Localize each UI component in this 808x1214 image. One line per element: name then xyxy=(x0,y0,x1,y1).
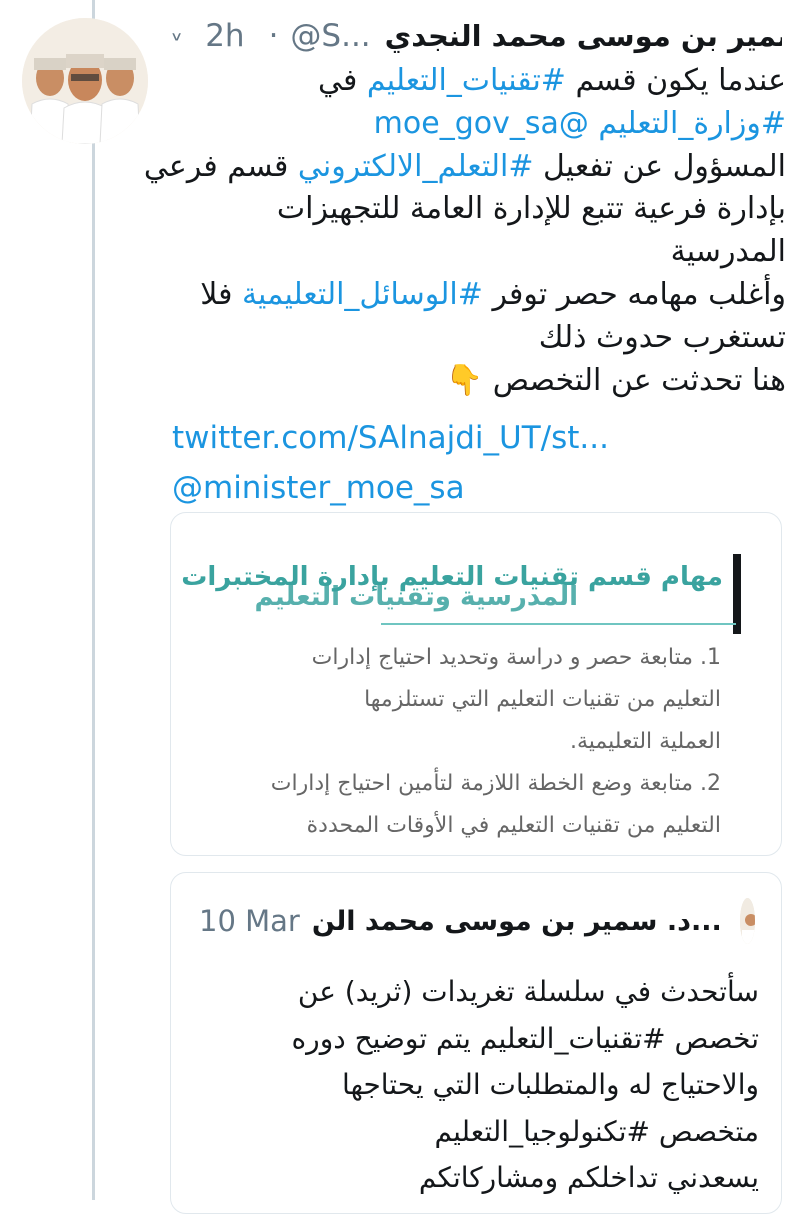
tweet-text-line: هنا تحدثت عن التخصص 👇 xyxy=(166,360,786,403)
card-body-line: 2. متابعة وضع الخطة اللازمة لتأمين احتيا… xyxy=(270,771,721,796)
tweet-text-line: تستغرب حدوث ذلك xyxy=(166,317,786,360)
tweet-text-line: وأغلب مهامه حصر توفر #الوسائل_التعليمية … xyxy=(166,274,786,317)
tweet-time[interactable]: 2h xyxy=(205,18,244,54)
card-body-line: التعليم من تقنيات التعليم التي تستلزمها xyxy=(364,687,721,712)
text-segment: عندما يكون قسم xyxy=(565,63,786,98)
text-segment: وأغلب مهامه حصر توفر xyxy=(482,276,786,312)
tweet-text-line: عندما يكون قسم #تقنيات_التعليم في xyxy=(166,60,786,103)
thread-connector-line xyxy=(92,0,95,1200)
chevron-down-icon[interactable]: ∨ xyxy=(170,29,183,44)
card-body-line: وتسديد ما قد يحصل من عجز والبحث عن xyxy=(201,847,721,855)
quoted-tweet-line: متخصص #تكنولوجيا_التعليم xyxy=(434,1114,759,1148)
avatar[interactable] xyxy=(22,18,148,144)
text-segment: قسم فرعي xyxy=(143,148,298,184)
tweet-header: ∨ 2h · @S... د. سمير بن موسى محمد النجدي xyxy=(170,14,782,58)
text-segment: المدرسية xyxy=(670,234,786,270)
tweet-text-line: المدرسية xyxy=(166,231,786,274)
quoted-tweet[interactable]: 10 Mar د. سمير بن موسى محمد الن... سأتحد… xyxy=(170,872,782,1214)
hashtag-link[interactable]: #وزارة_التعليم @moe_gov_sa xyxy=(374,106,786,141)
quoted-tweet-line: والاحتياج له والمتطلبات التي يحتاجها xyxy=(342,1068,759,1101)
quoted-avatar-image xyxy=(739,898,755,944)
tweet-links: twitter.com/SAlnajdi_UT/st... @minister_… xyxy=(172,414,609,514)
quoted-author-name: د. سمير بن موسى محمد الن... xyxy=(311,905,722,937)
hashtag-link[interactable]: #الوسائل_التعليمية xyxy=(242,277,483,312)
author-name[interactable]: د. سمير بن موسى محمد النجدي xyxy=(385,19,782,53)
card-body-text: 1. متابعة حصر و دراسة وتحديد احتياج إدار… xyxy=(201,637,721,855)
text-segment: هنا تحدثت عن التخصص 👇 xyxy=(445,362,786,398)
card-body-line: التعليم من تقنيات التعليم في الأوقات الم… xyxy=(306,813,721,838)
tweet-text-line: المسؤول عن تفعيل #التعلم_الالكتروني قسم … xyxy=(144,146,786,189)
card-body-line: العملية التعليمية. xyxy=(570,729,721,754)
quoted-tweet-header: 10 Mar د. سمير بن موسى محمد الن... xyxy=(199,898,755,944)
mention-link[interactable]: @minister_moe_sa xyxy=(172,464,609,514)
tweet-url-link[interactable]: twitter.com/SAlnajdi_UT/st... xyxy=(172,414,609,464)
media-image-card[interactable]: مهام قسم تقنيات التعليم بإدارة المختبرات… xyxy=(170,512,782,856)
quoted-tweet-line: تخصص #تقنيات_التعليم يتم توضيح دوره xyxy=(291,1021,760,1055)
avatar-image xyxy=(22,18,148,144)
quoted-avatar xyxy=(739,898,755,944)
card-body-line: 1. متابعة حصر و دراسة وتحديد احتياج إدار… xyxy=(311,645,721,670)
separator-dot: · xyxy=(268,18,279,54)
text-segment: فلا xyxy=(200,276,242,312)
title-accent-bar xyxy=(733,554,741,634)
hashtag-link[interactable]: #تقنيات_التعليم xyxy=(367,63,566,98)
quoted-tweet-text: سأتحدث في سلسلة تغريدات (ثريد) عن تخصص #ت… xyxy=(199,969,760,1202)
text-segment: المسؤول عن تفعيل xyxy=(533,148,786,184)
tweet-text-line: #وزارة_التعليم @moe_gov_sa xyxy=(166,103,786,146)
tweet-text-line: بإدارة فرعية تتبع للإدارة العامة للتجهيز… xyxy=(166,188,786,231)
text-segment: تستغرب حدوث ذلك xyxy=(538,319,786,355)
quoted-tweet-date: 10 Mar xyxy=(199,904,300,938)
tweet-text: عندما يكون قسم #تقنيات_التعليم في #وزارة_… xyxy=(144,60,786,403)
quoted-tweet-line: يسعدني تداخلكم ومشاركاتكم xyxy=(418,1161,759,1194)
hashtag-link[interactable]: #التعلم_الالكتروني xyxy=(298,149,534,184)
card-title-line2: المدرسية وتقنيات التعليم xyxy=(254,582,578,612)
text-segment: بإدارة فرعية تتبع للإدارة العامة للتجهيز… xyxy=(276,191,786,227)
text-segment: في xyxy=(317,63,367,98)
author-handle[interactable]: @S... xyxy=(290,18,370,54)
title-underline xyxy=(381,623,736,625)
quoted-tweet-line: سأتحدث في سلسلة تغريدات (ثريد) عن xyxy=(297,975,759,1008)
